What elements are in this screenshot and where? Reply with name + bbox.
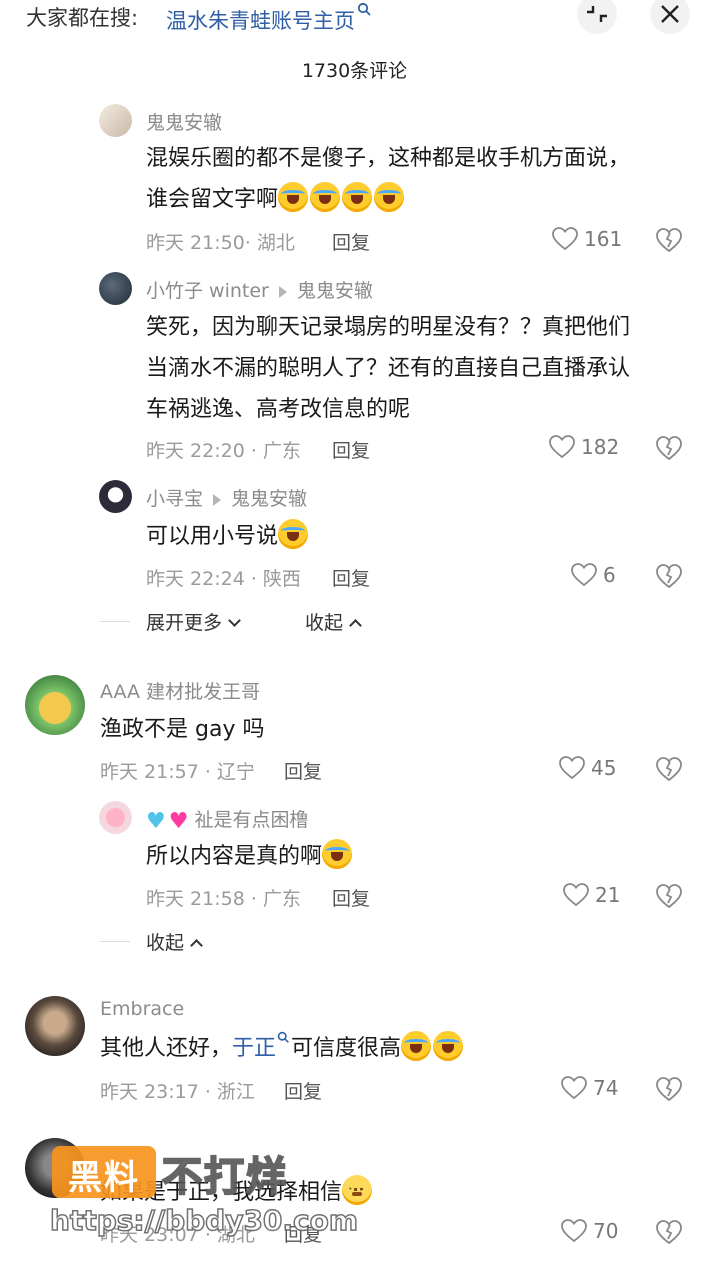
search-prefix: 大家都在搜: (26, 6, 139, 30)
dislike-icon[interactable] (655, 434, 683, 462)
watermark-text: 不打烊 (161, 1153, 288, 1201)
like-count: 70 (593, 1219, 619, 1243)
like-button[interactable]: 182 (549, 435, 619, 459)
expand-more-button[interactable]: 展开更多 (146, 608, 241, 635)
reply-arrow-icon (213, 493, 222, 506)
like-button[interactable]: 74 (561, 1076, 618, 1100)
divider (100, 941, 130, 942)
like-button[interactable]: 70 (561, 1219, 618, 1243)
crying-laugh-emoji-icon (342, 182, 373, 212)
like-count: 161 (584, 227, 623, 251)
comment-meta: 昨天 21:57 · 辽宁 (100, 761, 255, 783)
watermark-badge-text: 黑料 (68, 1158, 140, 1198)
dislike-icon[interactable] (655, 1218, 683, 1246)
comment-body: 渔政不是 gay 吗 (100, 717, 265, 742)
chevron-up-icon (190, 939, 203, 952)
comment-author[interactable]: Embrace (100, 998, 184, 1020)
dislike-icon[interactable] (655, 1075, 683, 1103)
heart-icon (563, 883, 589, 907)
avatar[interactable] (99, 272, 132, 305)
chevron-up-icon (349, 619, 362, 632)
collapse-button[interactable]: 收起 (305, 608, 362, 635)
reply-button[interactable]: 回复 (284, 757, 322, 784)
crying-laugh-emoji-icon (278, 519, 309, 549)
confused-emoji-icon (342, 1175, 373, 1205)
like-count: 6 (603, 563, 616, 587)
comment-author[interactable]: 小寻宝 鬼鬼安辙 (146, 484, 307, 511)
cyan-heart-icon: ♥ (146, 809, 166, 834)
avatar[interactable] (99, 480, 132, 513)
reply-button[interactable]: 回复 (332, 884, 370, 911)
dislike-icon[interactable] (655, 226, 683, 254)
comment-body: 其他人还好，于正 可信度很高 (100, 1028, 465, 1069)
comment-body: 笑死，因为聊天记录塌房的明星没有？？真把他们 当滴水不漏的聪明人了？还有的直接自… (146, 315, 631, 422)
avatar[interactable] (99, 104, 132, 137)
dislike-icon[interactable] (655, 882, 683, 910)
comment-meta: 昨天 21:58 · 广东 (146, 888, 301, 910)
heart-icon (549, 435, 575, 459)
avatar[interactable] (25, 675, 85, 735)
search-icon (277, 1031, 289, 1043)
like-button[interactable]: 21 (563, 883, 620, 907)
reply-button[interactable]: 回复 (332, 564, 370, 591)
chevron-down-icon (228, 614, 241, 627)
divider (100, 621, 130, 622)
heart-icon (561, 1219, 587, 1243)
comment-body: 混娱乐圈的都不是傻子，这种都是收手机方面说， 谁会留文字啊 (146, 146, 631, 212)
heart-icon (559, 756, 585, 780)
dislike-icon[interactable] (655, 755, 683, 783)
like-button[interactable]: 161 (552, 227, 622, 251)
comment-body: 所以内容是真的啊 (146, 836, 354, 877)
comment-count: 1730条评论 (301, 60, 408, 82)
reply-button[interactable]: 回复 (332, 228, 370, 255)
comment-meta: 昨天 22:20 · 广东 (146, 440, 301, 462)
like-count: 182 (581, 435, 620, 459)
watermark-url: https://bbdy30.com (49, 1203, 359, 1238)
comment-author[interactable]: AAA 建材批发王哥 (100, 677, 260, 704)
close-button[interactable] (650, 0, 690, 34)
like-button[interactable]: 6 (571, 563, 616, 587)
heart-icon (552, 227, 578, 251)
mention-link[interactable]: 于正 (232, 1031, 291, 1061)
like-count: 74 (593, 1076, 619, 1100)
pink-heart-icon: ♥ (168, 809, 189, 834)
comment-author[interactable]: 小竹子 winter 鬼鬼安辙 (146, 276, 373, 303)
minimize-button[interactable] (577, 0, 617, 34)
comment-meta: 昨天 21:50· 湖北 (146, 232, 295, 254)
close-icon (661, 5, 679, 23)
reply-button[interactable]: 回复 (284, 1077, 322, 1104)
crying-laugh-emoji-icon (433, 1031, 464, 1061)
comment-author[interactable]: 鬼鬼安辙 (146, 108, 222, 135)
reply-button[interactable]: 回复 (332, 436, 370, 463)
crying-laugh-emoji-icon (374, 182, 405, 212)
search-suggestion-link[interactable]: 温水朱青蛙账号主页 (166, 2, 373, 35)
avatar[interactable] (25, 996, 85, 1056)
collapse-button[interactable]: 收起 (146, 928, 203, 955)
minimize-icon (587, 6, 607, 22)
like-count: 45 (591, 756, 617, 780)
heart-icon (571, 563, 597, 587)
comment-meta: 昨天 23:17 · 浙江 (100, 1081, 255, 1103)
comment-body: 可以用小号说 (146, 516, 310, 557)
dislike-icon[interactable] (655, 562, 683, 590)
comment-author[interactable]: ♥ ♥ 祉是有点困橹 (146, 805, 308, 834)
heart-icon (561, 1076, 587, 1100)
comment-meta: 昨天 22:24 · 陕西 (146, 568, 301, 590)
crying-laugh-emoji-icon (278, 182, 309, 212)
like-count: 21 (595, 883, 621, 907)
crying-laugh-emoji-icon (401, 1031, 432, 1061)
reply-arrow-icon (278, 285, 287, 298)
crying-laugh-emoji-icon (310, 182, 341, 212)
crying-laugh-emoji-icon (322, 839, 353, 869)
like-button[interactable]: 45 (559, 756, 616, 780)
avatar[interactable] (99, 801, 132, 834)
search-icon (357, 2, 371, 16)
